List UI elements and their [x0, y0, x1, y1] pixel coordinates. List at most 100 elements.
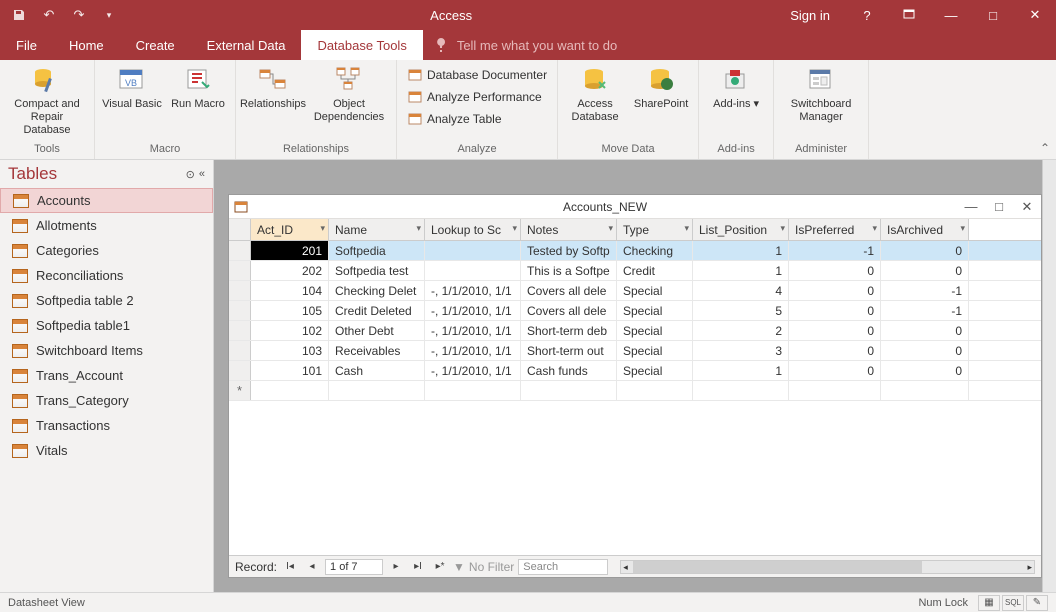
cell[interactable]: 0: [789, 261, 881, 280]
tab-file[interactable]: File: [0, 30, 53, 60]
sharepoint-button[interactable]: SharePoint: [630, 64, 692, 111]
maximize-icon[interactable]: □: [972, 0, 1014, 30]
horizontal-scrollbar[interactable]: ◂▸: [620, 560, 1035, 574]
object-dependencies-button[interactable]: Object Dependencies: [308, 64, 390, 124]
cell[interactable]: 0: [789, 361, 881, 380]
cell[interactable]: 0: [789, 301, 881, 320]
help-icon[interactable]: ?: [846, 0, 888, 30]
column-header[interactable]: Name▾: [329, 219, 425, 240]
cell[interactable]: 3: [693, 341, 789, 360]
column-dropdown-icon[interactable]: ▾: [960, 223, 965, 234]
table-row[interactable]: 202Softpedia testThis is a SoftpeCredit1…: [229, 261, 1041, 281]
cell[interactable]: 5: [693, 301, 789, 320]
cell[interactable]: Checking Delet: [329, 281, 425, 300]
column-header[interactable]: List_Position▾: [693, 219, 789, 240]
new-row[interactable]: *: [229, 381, 1041, 401]
cell[interactable]: 102: [251, 321, 329, 340]
cell[interactable]: 201: [251, 241, 329, 260]
record-counter[interactable]: 1 of 7: [325, 559, 383, 575]
table-row[interactable]: 104Checking Delet-, 1/1/2010, 1/1Covers …: [229, 281, 1041, 301]
qat-dropdown-icon[interactable]: ▾: [96, 2, 122, 28]
row-selector[interactable]: [229, 341, 251, 360]
switchboard-button[interactable]: Switchboard Manager: [780, 64, 862, 124]
nav-item-transactions[interactable]: Transactions: [0, 413, 213, 438]
cell[interactable]: Special: [617, 321, 693, 340]
cell[interactable]: Receivables: [329, 341, 425, 360]
redo-icon[interactable]: ↷: [66, 2, 92, 28]
cell[interactable]: Covers all dele: [521, 301, 617, 320]
column-dropdown-icon[interactable]: ▾: [320, 223, 325, 234]
minimize-icon[interactable]: —: [930, 0, 972, 30]
analyze-table-button[interactable]: Analyze Table: [403, 108, 551, 130]
sub-close-icon[interactable]: ✕: [1013, 199, 1041, 215]
sign-in-link[interactable]: Sign in: [774, 8, 846, 23]
select-all-cell[interactable]: [229, 219, 251, 240]
sub-maximize-icon[interactable]: □: [985, 199, 1013, 214]
design-view-icon[interactable]: ✎: [1026, 595, 1048, 611]
table-row[interactable]: 102Other Debt-, 1/1/2010, 1/1Short-term …: [229, 321, 1041, 341]
nav-item-softpedia-table-2[interactable]: Softpedia table 2: [0, 288, 213, 313]
undo-icon[interactable]: ↶: [36, 2, 62, 28]
table-row[interactable]: 103Receivables-, 1/1/2010, 1/1Short-term…: [229, 341, 1041, 361]
column-header[interactable]: Notes▾: [521, 219, 617, 240]
table-row[interactable]: 101Cash-, 1/1/2010, 1/1Cash fundsSpecial…: [229, 361, 1041, 381]
column-header[interactable]: IsPreferred▾: [789, 219, 881, 240]
cell[interactable]: 1: [693, 241, 789, 260]
cell[interactable]: 103: [251, 341, 329, 360]
cell[interactable]: Special: [617, 301, 693, 320]
cell[interactable]: -1: [789, 241, 881, 260]
cell[interactable]: -, 1/1/2010, 1/1: [425, 361, 521, 380]
column-dropdown-icon[interactable]: ▾: [872, 223, 877, 234]
table-row[interactable]: 105Credit Deleted-, 1/1/2010, 1/1Covers …: [229, 301, 1041, 321]
cell[interactable]: 2: [693, 321, 789, 340]
ribbon-options-icon[interactable]: [888, 0, 930, 30]
cell[interactable]: -1: [881, 281, 969, 300]
cell[interactable]: 0: [789, 281, 881, 300]
tab-home[interactable]: Home: [53, 30, 120, 60]
sql-view-icon[interactable]: SQL: [1002, 595, 1024, 611]
cell[interactable]: Covers all dele: [521, 281, 617, 300]
nav-item-allotments[interactable]: Allotments: [0, 213, 213, 238]
nav-dropdown-icon[interactable]: ⊙: [186, 168, 195, 181]
row-selector[interactable]: [229, 321, 251, 340]
cell[interactable]: 104: [251, 281, 329, 300]
cell[interactable]: -, 1/1/2010, 1/1: [425, 301, 521, 320]
column-header[interactable]: Lookup to Sc▾: [425, 219, 521, 240]
column-dropdown-icon[interactable]: ▾: [608, 223, 613, 234]
save-icon[interactable]: [6, 2, 32, 28]
cell[interactable]: 0: [881, 341, 969, 360]
cell[interactable]: Tested by Softp: [521, 241, 617, 260]
cell[interactable]: 0: [881, 241, 969, 260]
cell[interactable]: -, 1/1/2010, 1/1: [425, 341, 521, 360]
nav-item-trans-account[interactable]: Trans_Account: [0, 363, 213, 388]
table-row[interactable]: 201SoftpediaTested by SoftpChecking1-10: [229, 241, 1041, 261]
row-selector[interactable]: [229, 241, 251, 260]
cell[interactable]: Short-term deb: [521, 321, 617, 340]
cell[interactable]: Softpedia: [329, 241, 425, 260]
analyze-perf-button[interactable]: Analyze Performance: [403, 86, 551, 108]
cell[interactable]: Cash funds: [521, 361, 617, 380]
cell[interactable]: 202: [251, 261, 329, 280]
cell[interactable]: Special: [617, 341, 693, 360]
cell[interactable]: [425, 241, 521, 260]
relationships-button[interactable]: Relationships: [242, 64, 304, 111]
row-selector[interactable]: [229, 261, 251, 280]
cell[interactable]: 0: [789, 341, 881, 360]
cell[interactable]: Credit Deleted: [329, 301, 425, 320]
cell[interactable]: This is a Softpe: [521, 261, 617, 280]
nav-item-reconciliations[interactable]: Reconciliations: [0, 263, 213, 288]
cell[interactable]: 0: [881, 321, 969, 340]
tab-database-tools[interactable]: Database Tools: [301, 30, 422, 60]
collapse-ribbon-icon[interactable]: ⌃: [1040, 141, 1050, 155]
nav-last-icon[interactable]: ▸I: [409, 559, 427, 575]
cell[interactable]: Short-term out: [521, 341, 617, 360]
nav-item-switchboard-items[interactable]: Switchboard Items: [0, 338, 213, 363]
tab-create[interactable]: Create: [120, 30, 191, 60]
addins-button[interactable]: Add-ins ▾: [705, 64, 767, 111]
row-selector[interactable]: [229, 281, 251, 300]
nav-new-icon[interactable]: ▸*: [431, 559, 449, 575]
cell[interactable]: 0: [789, 321, 881, 340]
cell[interactable]: 1: [693, 361, 789, 380]
row-selector[interactable]: [229, 361, 251, 380]
doc-scrollbar[interactable]: [1042, 160, 1056, 592]
